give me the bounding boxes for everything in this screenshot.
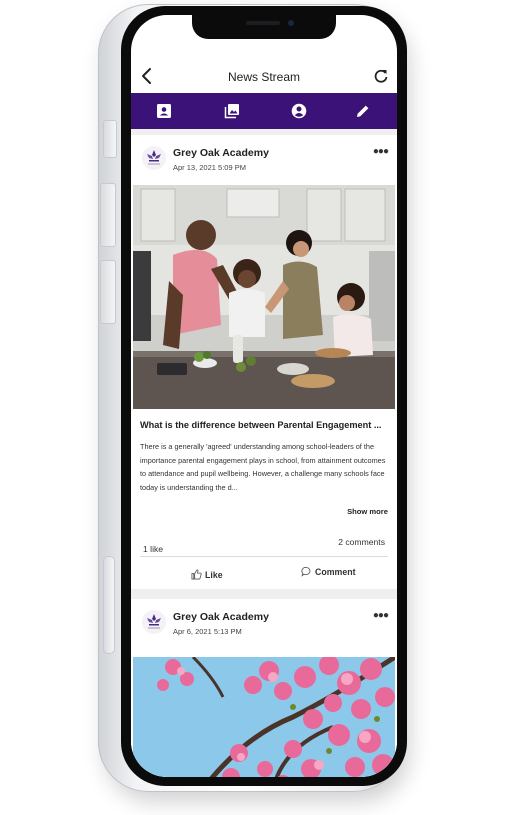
comment-button[interactable]: Comment	[301, 566, 356, 577]
post-author[interactable]: Grey Oak Academy	[173, 611, 269, 623]
post-author[interactable]: Grey Oak Academy	[173, 147, 269, 159]
post-card: Grey Oak Academy Apr 13, 2021 5:09 PM ●●…	[131, 135, 397, 589]
family-cooking-photo[interactable]	[133, 185, 395, 409]
school-logo-avatar	[142, 610, 166, 634]
comment-bubble-icon	[301, 566, 311, 577]
post-date: Apr 13, 2021 5:09 PM	[173, 163, 246, 172]
tab-compose[interactable]	[333, 93, 393, 129]
post-header: Grey Oak Academy Apr 13, 2021 5:09 PM ●●…	[131, 135, 397, 185]
volume-down-button	[100, 260, 116, 324]
app-header: News Stream	[131, 63, 397, 93]
likes-count[interactable]: 1 like	[143, 544, 163, 554]
cherry-blossom-photo[interactable]	[133, 657, 395, 777]
tab-gallery[interactable]	[202, 93, 262, 129]
photo-gallery-icon	[224, 104, 239, 119]
tab-account[interactable]	[269, 93, 329, 129]
comment-label: Comment	[315, 566, 356, 577]
post-card: Grey Oak Academy Apr 6, 2021 5:13 PM ●●●	[131, 599, 397, 777]
more-options-icon[interactable]: ●●●	[373, 146, 389, 157]
post-title[interactable]: What is the difference between Parental …	[140, 420, 390, 430]
tab-bar	[131, 93, 397, 129]
like-label: Like	[205, 569, 223, 580]
post-date: Apr 6, 2021 5:13 PM	[173, 627, 242, 636]
front-camera	[288, 20, 294, 26]
phone-screen: News Stream Grey Oak Academy Apr 13, 202…	[131, 15, 397, 777]
thumbs-up-icon	[191, 569, 202, 580]
school-logo-avatar	[142, 146, 166, 170]
silent-switch	[103, 120, 117, 158]
page-title: News Stream	[227, 70, 301, 84]
comments-count[interactable]: 2 comments	[338, 537, 385, 547]
contacts-icon	[157, 104, 171, 118]
like-button[interactable]: Like	[191, 569, 223, 580]
sim-tray	[103, 556, 115, 654]
post-divider	[140, 556, 388, 557]
more-options-icon[interactable]: ●●●	[373, 610, 389, 621]
earpiece-speaker	[246, 21, 280, 25]
volume-up-button	[100, 183, 116, 247]
pencil-icon	[357, 105, 369, 117]
refresh-icon[interactable]	[373, 67, 389, 85]
show-more-link[interactable]: Show more	[347, 507, 388, 516]
post-header: Grey Oak Academy Apr 6, 2021 5:13 PM ●●●	[131, 599, 397, 649]
post-excerpt: There is a generally 'agreed' understand…	[140, 442, 386, 492]
news-feed[interactable]: Grey Oak Academy Apr 13, 2021 5:09 PM ●●…	[131, 129, 397, 777]
tab-contacts[interactable]	[134, 93, 194, 129]
account-icon	[291, 103, 307, 119]
notch	[192, 15, 336, 39]
